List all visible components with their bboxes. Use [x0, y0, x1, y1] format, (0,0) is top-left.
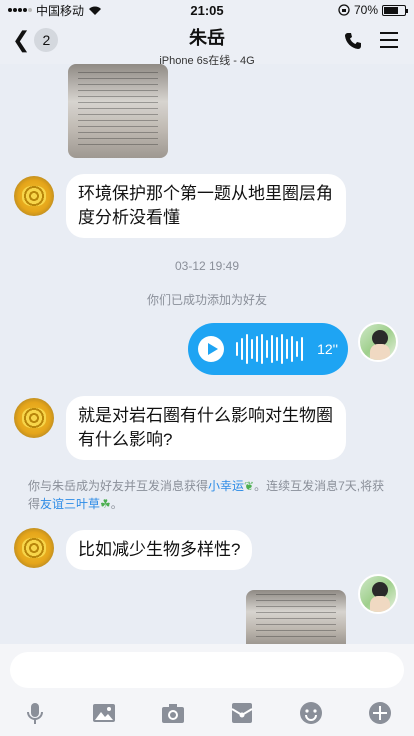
battery-percent: 70%	[353, 3, 378, 17]
avatar[interactable]	[358, 322, 398, 362]
waveform-icon	[236, 334, 303, 364]
image-message[interactable]	[246, 590, 346, 644]
voice-message[interactable]: 12''	[188, 323, 348, 375]
play-icon[interactable]	[198, 336, 224, 362]
image-icon[interactable]	[91, 700, 117, 726]
battery-icon	[382, 4, 408, 16]
status-left: 中国移动	[8, 2, 158, 19]
friendship-notice: 你与朱岳成为好友并互发消息获得小幸运❦。连续互发消息7天,将获得友谊三叶草☘。	[28, 477, 388, 513]
microphone-icon[interactable]	[22, 700, 48, 726]
notice-text: 你与朱岳成为好友并互发消息获得	[28, 479, 209, 493]
clover-icon: ☘	[100, 497, 111, 511]
system-message: 你们已成功添加为好友	[146, 293, 267, 307]
phone-icon[interactable]	[344, 32, 362, 50]
message-input[interactable]	[10, 652, 404, 688]
camera-icon[interactable]	[160, 700, 186, 726]
clover-link[interactable]: 友谊三叶草	[40, 497, 100, 511]
status-right: 70%	[256, 3, 408, 17]
red-packet-icon[interactable]	[229, 700, 255, 726]
rotation-lock-icon	[338, 4, 350, 16]
chat-area[interactable]: 环境保护那个第一题从地里圈层角度分析没看懂 03-12 19:49 你们已成功添…	[0, 64, 414, 644]
message-bubble[interactable]: 比如减少生物多样性?	[66, 530, 253, 570]
message-bubble[interactable]: 环境保护那个第一题从地里圈层角度分析没看懂	[66, 174, 346, 238]
wifi-icon	[89, 6, 102, 15]
message-bubble[interactable]: 就是对岩石圈有什么影响对生物圈有什么影响?	[66, 396, 346, 460]
toolbar	[0, 700, 414, 726]
clock: 21:05	[190, 2, 224, 18]
sprout-icon: ❦	[244, 479, 255, 493]
status-bar: 中国移动 21:05 70%	[0, 0, 414, 20]
lucky-link[interactable]: 小幸运	[208, 479, 244, 493]
avatar[interactable]	[14, 528, 54, 568]
avatar[interactable]	[14, 176, 54, 216]
chat-header: ❮ 2 朱岳 iPhone 6s在线 - 4G	[0, 20, 414, 67]
input-bar	[0, 644, 414, 736]
image-message[interactable]	[68, 64, 168, 158]
carrier-label: 中国移动	[36, 3, 85, 18]
emoji-icon[interactable]	[298, 700, 324, 726]
plus-icon[interactable]	[367, 700, 393, 726]
signal-icon	[8, 8, 32, 12]
avatar[interactable]	[14, 398, 54, 438]
timestamp: 03-12 19:49	[174, 259, 240, 273]
notice-text: 。	[110, 497, 123, 511]
avatar[interactable]	[358, 574, 398, 614]
menu-icon[interactable]	[380, 32, 398, 53]
voice-duration: 12''	[317, 341, 338, 357]
